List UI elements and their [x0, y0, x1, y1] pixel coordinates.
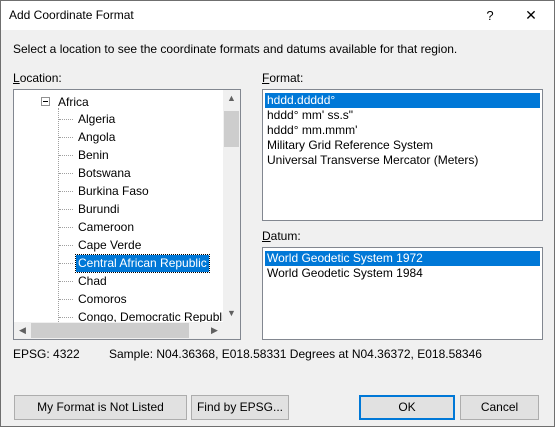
tree-item-label: Angola — [78, 130, 116, 144]
vertical-scroll-thumb[interactable] — [224, 111, 239, 147]
tree-item-label: Benin — [78, 148, 109, 162]
dialog-window: Add Coordinate Format ? ✕ Select a locat… — [0, 0, 555, 427]
scroll-down-arrow-icon[interactable]: ▼ — [223, 305, 240, 322]
format-list-item[interactable]: hddd° mm.mmm' — [265, 123, 359, 138]
tree-item[interactable]: Burundi — [59, 201, 121, 218]
tree-item[interactable]: Cape Verde — [59, 237, 143, 254]
location-vertical-scrollbar[interactable]: ▲ ▼ — [223, 90, 240, 322]
title-bar: Add Coordinate Format ? ✕ — [1, 1, 554, 30]
epsg-code: EPSG: 4322 — [13, 347, 80, 361]
scroll-right-arrow-icon[interactable]: ▶ — [206, 322, 223, 339]
tree-item[interactable]: Benin — [59, 147, 111, 164]
scroll-left-arrow-icon[interactable]: ◀ — [14, 322, 31, 339]
tree-item[interactable]: Central African Republic — [59, 254, 210, 273]
datum-label: Datum: — [262, 229, 301, 243]
tree-guide-line — [58, 108, 59, 324]
find-by-epsg-button[interactable]: Find by EPSG... — [191, 395, 289, 420]
my-format-not-listed-button[interactable]: My Format is Not Listed — [14, 395, 187, 420]
tree-item-label: Burkina Faso — [78, 184, 149, 198]
tree-connector-line — [59, 317, 73, 318]
horizontal-scroll-thumb[interactable] — [31, 323, 189, 338]
tree-item-label: Chad — [78, 274, 107, 288]
datum-list[interactable]: World Geodetic System 1972 World Geodetic… — [262, 247, 543, 340]
tree-item[interactable]: Comoros — [59, 291, 129, 308]
format-list-item[interactable]: hddd° mm' ss.s" — [265, 108, 355, 123]
datum-list-item[interactable]: World Geodetic System 1984 — [265, 266, 425, 281]
format-list[interactable]: hddd.ddddd° hddd° mm' ss.s" hddd° mm.mmm' M… — [262, 89, 543, 221]
sample-coordinate-text: Sample: N04.36368, E018.58331 Degrees at… — [109, 347, 482, 361]
tree-item[interactable]: Algeria — [59, 111, 117, 128]
tree-item-label: Cape Verde — [78, 238, 142, 252]
format-list-item[interactable]: Military Grid Reference System — [265, 138, 435, 153]
scrollbar-corner — [223, 322, 240, 339]
tree-item-label: Central African Republic — [78, 256, 207, 270]
tree-connector-line — [59, 173, 73, 174]
ok-button[interactable]: OK — [359, 395, 455, 420]
tree-item-label: Comoros — [78, 292, 127, 306]
cancel-button[interactable]: Cancel — [460, 395, 539, 420]
tree-connector-line — [59, 191, 73, 192]
tree-item-label: Cameroon — [78, 220, 135, 234]
collapse-icon[interactable] — [41, 97, 50, 106]
datum-list-item[interactable]: World Geodetic System 1972 — [265, 251, 540, 266]
format-label: Format: — [262, 71, 304, 85]
tree-item-label: Burundi — [78, 202, 120, 216]
tree-connector-line — [59, 209, 73, 210]
tree-connector-line — [59, 299, 73, 300]
dialog-title: Add Coordinate Format — [9, 8, 134, 22]
location-label: Location: — [13, 71, 62, 85]
tree-connector-line — [59, 281, 73, 282]
scroll-up-arrow-icon[interactable]: ▲ — [223, 90, 240, 107]
tree-connector-line — [59, 263, 73, 264]
format-list-item[interactable]: Universal Transverse Mercator (Meters) — [265, 153, 480, 168]
tree-connector-line — [59, 227, 73, 228]
instructions-text: Select a location to see the coordinate … — [13, 42, 458, 56]
location-horizontal-scrollbar[interactable]: ◀ ▶ — [14, 322, 223, 339]
tree-item[interactable]: Chad — [59, 273, 109, 290]
tree-item-label: Botswana — [78, 166, 131, 180]
close-button[interactable]: ✕ — [508, 1, 554, 30]
tree-item-africa[interactable]: Africa — [58, 94, 89, 110]
tree-item[interactable]: Botswana — [59, 165, 133, 182]
tree-connector-line — [59, 155, 73, 156]
tree-connector-line — [59, 119, 73, 120]
location-tree[interactable]: Africa Algeria Angola Benin Botswana Burkina… — [13, 89, 241, 340]
format-list-item[interactable]: hddd.ddddd° — [265, 93, 540, 108]
help-button[interactable]: ? — [467, 1, 513, 30]
tree-connector-line — [59, 245, 73, 246]
tree-item[interactable]: Cameroon — [59, 219, 136, 236]
tree-connector-line — [59, 137, 73, 138]
tree-item[interactable]: Angola — [59, 129, 117, 146]
tree-item[interactable]: Burkina Faso — [59, 183, 151, 200]
tree-item-label: Algeria — [78, 112, 116, 126]
